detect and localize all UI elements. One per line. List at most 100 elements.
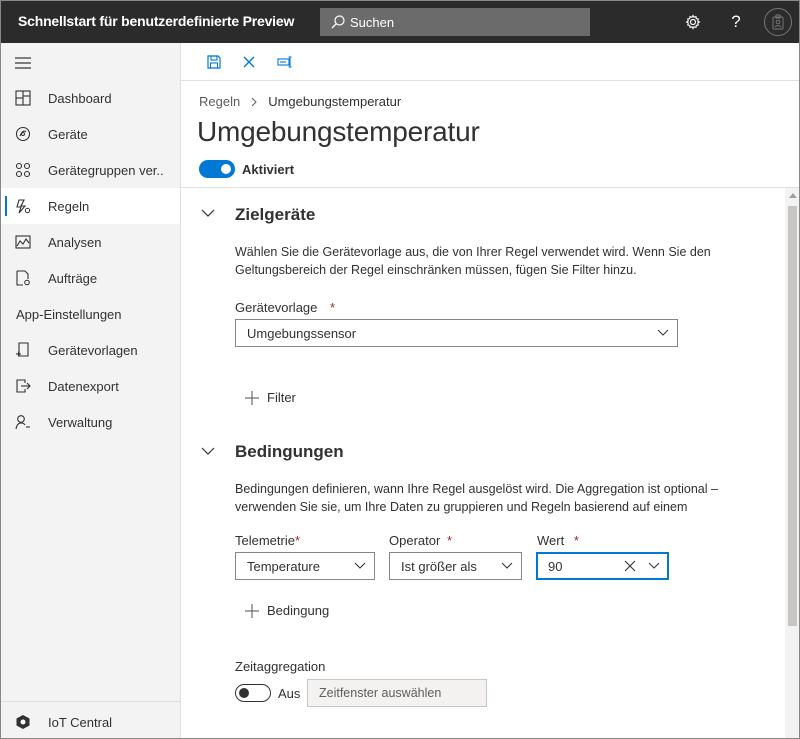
search-icon xyxy=(331,15,345,29)
analytics-icon xyxy=(15,235,31,249)
template-dropdown[interactable]: Umgebungssensor xyxy=(235,319,678,347)
sidebar-section-app-settings: App-Einstellungen xyxy=(16,307,122,322)
search-box[interactable]: Suchen xyxy=(320,8,590,36)
sidebar-item-data-export[interactable]: Datenexport xyxy=(1,368,180,404)
sidebar-item-label: Geräte xyxy=(48,126,88,142)
gear-icon[interactable] xyxy=(681,10,705,34)
toggle-knob xyxy=(221,164,231,174)
telemetry-dropdown-value: Temperature xyxy=(247,558,320,574)
jobs-icon xyxy=(16,270,30,286)
chevron-down-icon[interactable] xyxy=(201,447,215,456)
plus-icon xyxy=(245,390,259,405)
rules-icon xyxy=(16,199,31,214)
template-dropdown-value: Umgebungssensor xyxy=(247,325,357,341)
help-icon[interactable]: ? xyxy=(724,10,748,34)
telemetry-label-text: Telemetrie xyxy=(235,533,295,548)
add-condition-label: Bedingung xyxy=(267,603,330,618)
time-aggregation-state: Aus xyxy=(278,685,301,701)
enabled-toggle-label: Aktiviert xyxy=(242,161,295,177)
scroll-up-icon[interactable] xyxy=(789,193,797,198)
operator-dropdown-value: Ist größer als xyxy=(401,558,477,574)
iot-central-icon xyxy=(16,715,30,729)
chevron-down-icon xyxy=(648,562,660,569)
sidebar-item-administration[interactable]: Verwaltung xyxy=(1,404,180,440)
plus-icon xyxy=(245,603,259,618)
required-mark: * xyxy=(446,533,452,548)
rule-form: Zielgeräte Wählen Sie die Gerätevorlage … xyxy=(181,188,784,738)
device-templates-icon xyxy=(16,342,29,357)
sidebar-item-label: Gerätegruppen ver.. xyxy=(48,162,164,178)
section-title-conditions: Bedingungen xyxy=(235,442,344,461)
sidebar-item-dashboard[interactable]: Dashboard xyxy=(1,80,180,116)
clear-icon[interactable] xyxy=(624,560,636,572)
breadcrumb-current: Umgebungstemperatur xyxy=(268,94,402,109)
search-placeholder: Suchen xyxy=(350,14,395,30)
time-window-placeholder: Zeitfenster auswählen xyxy=(319,686,442,700)
sidebar-item-iot-central[interactable]: IoT Central xyxy=(1,704,180,738)
sidebar-item-label: IoT Central xyxy=(48,714,113,730)
breadcrumb: Regeln Umgebungstemperatur xyxy=(199,94,401,109)
add-condition-button[interactable]: Bedingung xyxy=(245,603,329,618)
sidebar-item-device-groups[interactable]: Gerätegruppen ver.. xyxy=(1,152,180,188)
operator-label: Operator * xyxy=(389,533,452,548)
chevron-down-icon xyxy=(501,562,513,569)
sidebar-divider xyxy=(1,701,180,702)
sidebar-item-label: Datenexport xyxy=(48,378,119,394)
rename-icon[interactable] xyxy=(277,54,293,70)
enabled-toggle-row: Aktiviert xyxy=(199,160,294,178)
device-groups-icon xyxy=(15,162,31,178)
hamburger-icon[interactable] xyxy=(15,57,31,69)
sidebar-item-label: Regeln xyxy=(48,198,90,214)
telemetry-label: Telemetrie* xyxy=(235,533,300,548)
required-mark: * xyxy=(294,533,301,548)
value-combobox[interactable]: 90 xyxy=(536,552,669,580)
required-mark: * xyxy=(330,300,336,315)
template-label: Gerätevorlage * xyxy=(235,300,335,315)
dashboard-icon xyxy=(15,90,31,106)
page-title: Umgebungstemperatur xyxy=(197,116,480,147)
template-label-text: Gerätevorlage xyxy=(235,300,318,315)
toggle-knob xyxy=(239,688,249,698)
time-aggregation-toggle[interactable] xyxy=(235,684,271,702)
sidebar-item-jobs[interactable]: Aufträge xyxy=(1,260,180,296)
telemetry-dropdown[interactable]: Temperature xyxy=(235,552,375,580)
sidebar-item-label: Aufträge xyxy=(48,270,98,286)
sidebar-item-label: Gerätevorlagen xyxy=(48,342,138,358)
time-window-dropdown[interactable]: Zeitfenster auswählen xyxy=(307,679,487,707)
time-aggregation-label: Zeitaggregation xyxy=(235,659,326,674)
value-combobox-value: 90 xyxy=(548,558,563,574)
sidebar-item-rules[interactable]: Regeln xyxy=(1,188,180,224)
top-bar: Schnellstart für benutzerdefinierte Prev… xyxy=(1,1,799,43)
add-filter-label: Filter xyxy=(267,390,296,405)
sidebar-item-devices[interactable]: Geräte xyxy=(1,116,180,152)
administration-icon xyxy=(15,415,30,430)
breadcrumb-root-link[interactable]: Regeln xyxy=(199,94,240,109)
app-title: Schnellstart für benutzerdefinierte Prev… xyxy=(18,13,295,29)
data-export-icon xyxy=(16,379,31,393)
section-description: Bedingungen definieren, wann Ihre Regel … xyxy=(235,482,718,514)
value-label: Wert * xyxy=(537,533,579,548)
close-icon[interactable] xyxy=(241,54,257,70)
chevron-right-icon xyxy=(251,97,257,106)
avatar[interactable] xyxy=(764,8,792,36)
save-icon[interactable] xyxy=(206,54,222,70)
sidebar: Dashboard Geräte Gerätegruppen ver.. Reg… xyxy=(1,43,181,738)
user-badge-icon xyxy=(772,14,784,30)
operator-dropdown[interactable]: Ist größer als xyxy=(389,552,522,580)
add-filter-button[interactable]: Filter xyxy=(245,390,296,405)
sidebar-item-label: Analysen xyxy=(48,234,102,250)
command-bar xyxy=(181,43,799,81)
chevron-down-icon xyxy=(354,562,366,569)
chevron-down-icon xyxy=(657,329,669,336)
value-label-text: Wert xyxy=(537,533,565,548)
devices-icon xyxy=(15,126,31,142)
sidebar-item-label: Dashboard xyxy=(48,90,112,106)
enabled-toggle[interactable] xyxy=(199,160,235,178)
sidebar-item-device-templates[interactable]: Gerätevorlagen xyxy=(1,332,180,368)
section-title-target-devices: Zielgeräte xyxy=(235,205,316,224)
sidebar-item-analytics[interactable]: Analysen xyxy=(1,224,180,260)
scrollbar-thumb[interactable] xyxy=(788,206,797,626)
vertical-scrollbar[interactable] xyxy=(785,188,799,738)
chevron-down-icon[interactable] xyxy=(201,209,215,218)
sidebar-item-label: Verwaltung xyxy=(48,414,113,430)
